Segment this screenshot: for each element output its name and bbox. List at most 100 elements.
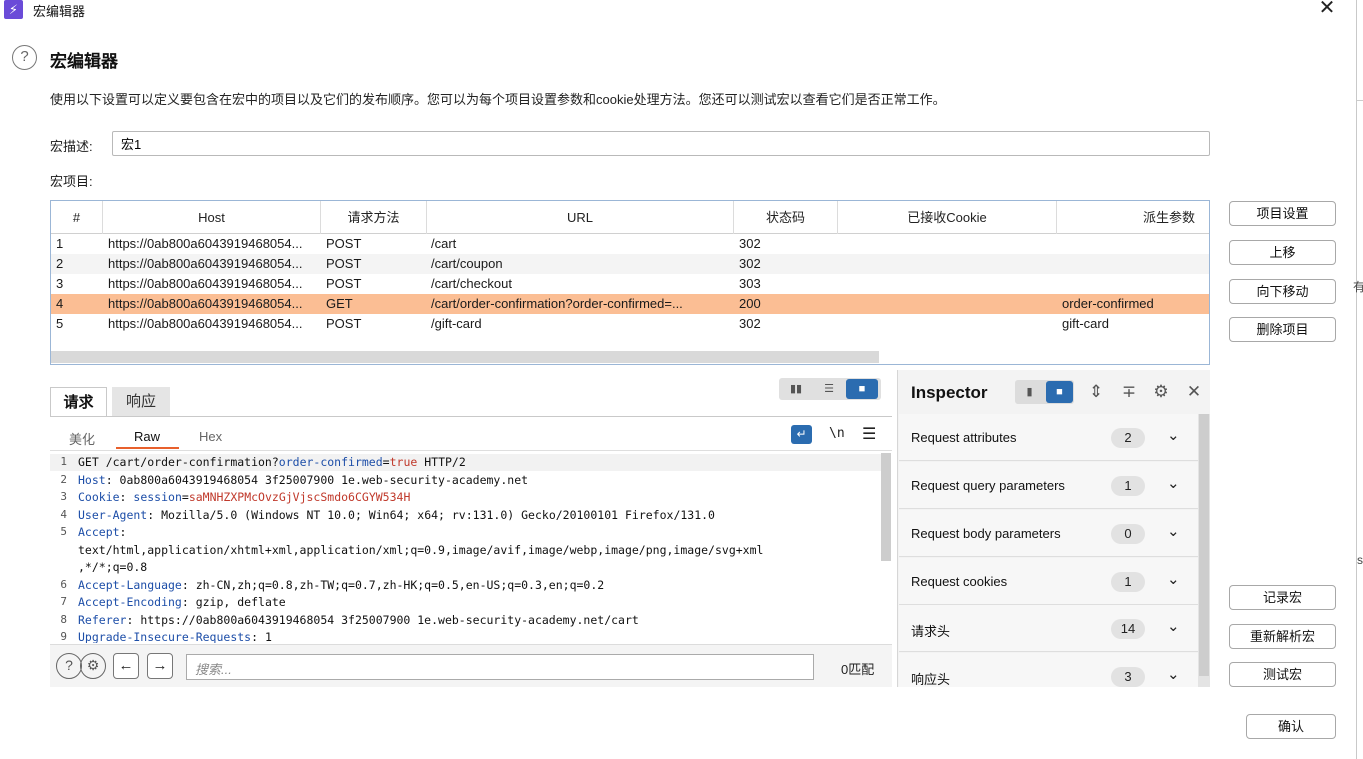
title-bar	[0, 0, 1356, 22]
code-line: Cookie: session=saMNHZXPMcOvzGjVjscSmdo6…	[78, 490, 410, 504]
inspector-layout-right-icon[interactable]: ■	[1046, 381, 1073, 403]
page-description: 使用以下设置可以定义要包含在宏中的项目以及它们的发布顺序。您可以为每个项目设置参…	[50, 92, 946, 107]
inspector-section-response-headers[interactable]: 响应头 3 ⌄	[899, 653, 1198, 687]
cell-cookie	[843, 314, 1055, 334]
line-number: 6	[60, 577, 67, 591]
section-label: 请求头	[911, 624, 951, 639]
header-name: Referer	[78, 612, 127, 627]
tab-request[interactable]: 请求	[50, 387, 107, 417]
cell-method: POST	[326, 256, 362, 271]
column-header-url[interactable]: URL	[427, 201, 734, 234]
search-bar: ? ⚙ ← → 搜索... 0匹配	[50, 644, 892, 687]
chevron-down-icon[interactable]: ⌄	[1167, 426, 1180, 444]
cell-cookie	[843, 274, 1055, 294]
table-row[interactable]: 5 https://0ab800a6043919468054... POST /…	[51, 314, 1209, 334]
section-count-badge: 0	[1111, 524, 1145, 544]
cell-status: 302	[739, 236, 761, 251]
item-settings-button[interactable]: 项目设置	[1229, 201, 1336, 226]
cell-status: 303	[739, 276, 761, 291]
reparse-macro-button[interactable]: 重新解析宏	[1229, 624, 1336, 649]
close-icon[interactable]: ✕	[1183, 381, 1205, 403]
line-number: 3	[60, 490, 67, 503]
layout-side-by-side-icon[interactable]: ▮▮	[780, 379, 812, 399]
chevron-down-icon[interactable]: ⌄	[1167, 474, 1180, 492]
cell-method: POST	[326, 276, 362, 291]
column-header-method[interactable]: 请求方法	[321, 201, 427, 234]
window-edge	[1356, 0, 1357, 759]
cell-method: GET	[326, 296, 353, 311]
menu-icon[interactable]: ☰	[862, 424, 876, 444]
code-text: HTTP/2	[417, 455, 466, 469]
move-down-button[interactable]: 向下移动	[1229, 279, 1336, 304]
help-icon[interactable]: ?	[56, 653, 82, 679]
header-value: true	[389, 455, 418, 469]
chevron-down-icon[interactable]: ⌄	[1167, 522, 1180, 540]
inspector-section-query-parameters[interactable]: Request query parameters 1 ⌄	[899, 462, 1198, 509]
inspector-layout-left-icon[interactable]: ▮	[1016, 381, 1043, 403]
tab-response[interactable]: 响应	[112, 387, 170, 417]
inspector-scrollbar-thumb[interactable]	[1199, 414, 1209, 676]
code-line: text/html,application/xhtml+xml,applicat…	[78, 543, 763, 557]
line-number: 7	[60, 595, 67, 608]
word-wrap-icon[interactable]: ↵	[791, 425, 812, 444]
ok-button[interactable]: 确认	[1246, 714, 1336, 739]
cell-status: 200	[739, 296, 761, 311]
chevron-down-icon[interactable]: ⌄	[1167, 665, 1180, 683]
table-horizontal-scrollbar[interactable]	[51, 351, 879, 363]
code-text: : Mozilla/5.0 (Windows NT 10.0; Win64; x…	[147, 507, 715, 522]
record-macro-button[interactable]: 记录宏	[1229, 585, 1336, 610]
cell-derived-param: gift-card	[1062, 316, 1109, 331]
cell-host: https://0ab800a6043919468054...	[108, 276, 303, 291]
line-number: 1	[60, 455, 67, 468]
help-icon[interactable]: ?	[12, 45, 37, 70]
inspector-section-request-attributes[interactable]: Request attributes 2 ⌄	[899, 414, 1198, 461]
header-name: order-confirmed	[278, 455, 383, 469]
table-row-selected[interactable]: 4 https://0ab800a6043919468054... GET /c…	[51, 294, 1209, 314]
request-editor[interactable]: 1 GET /cart/order-confirmation?order-conf…	[50, 453, 892, 643]
next-arrow-icon[interactable]: →	[147, 653, 173, 679]
line-number: 8	[60, 612, 67, 626]
column-header-host[interactable]: Host	[103, 201, 321, 234]
inspector-section-cookies[interactable]: Request cookies 1 ⌄	[899, 558, 1198, 605]
column-header-derived-params[interactable]: 派生参数	[1057, 201, 1209, 234]
delete-item-button[interactable]: 删除项目	[1229, 317, 1336, 342]
layout-single-icon[interactable]: ■	[846, 379, 878, 399]
inspector-section-body-parameters[interactable]: Request body parameters 0 ⌄	[899, 510, 1198, 557]
column-header-status[interactable]: 状态码	[734, 201, 838, 234]
table-row[interactable]: 2 https://0ab800a6043919468054... POST /…	[51, 254, 1209, 274]
gear-icon[interactable]: ⚙	[80, 653, 106, 679]
collapse-all-icon[interactable]: ∓	[1118, 381, 1140, 403]
code-text: : 1	[251, 630, 272, 643]
match-count: 0匹配	[841, 662, 875, 677]
cell-derived-param	[1062, 254, 1207, 274]
editor-vertical-scrollbar[interactable]	[881, 453, 891, 561]
column-header-number[interactable]: #	[51, 201, 103, 234]
cell-number: 2	[56, 256, 64, 271]
code-line: GET /cart/order-confirmation?order-confi…	[78, 455, 466, 469]
column-header-cookie[interactable]: 已接收Cookie	[838, 201, 1057, 234]
search-input[interactable]: 搜索...	[186, 654, 814, 680]
chevron-down-icon[interactable]: ⌄	[1167, 617, 1180, 635]
cell-url: /cart/coupon	[431, 256, 503, 271]
expand-all-icon[interactable]: ⇕	[1085, 381, 1107, 403]
previous-arrow-icon[interactable]: ←	[113, 653, 139, 679]
chevron-down-icon[interactable]: ⌄	[1167, 570, 1180, 588]
header-value: saMNHZXPMcOvzGjVjscSmdo6CGYW534H	[188, 490, 411, 504]
table-row[interactable]: 3 https://0ab800a6043919468054... POST /…	[51, 274, 1209, 294]
inspector-sections: Request attributes 2 ⌄ Request query par…	[899, 414, 1198, 687]
layout-stacked-icon[interactable]: ☰	[813, 379, 845, 399]
macro-description-input[interactable]	[112, 131, 1210, 156]
inspector-section-request-headers[interactable]: 请求头 14 ⌄	[899, 605, 1198, 652]
test-macro-button[interactable]: 测试宏	[1229, 662, 1336, 687]
show-newlines-toggle[interactable]: \n	[829, 426, 845, 441]
gear-icon[interactable]: ⚙	[1150, 381, 1172, 403]
subtab-hex[interactable]: Hex	[199, 429, 222, 444]
code-text: GET /cart/order-confirmation?	[78, 455, 279, 469]
move-up-button[interactable]: 上移	[1229, 240, 1336, 265]
cell-url: /cart/order-confirmation?order-confirmed…	[431, 296, 683, 311]
table-row[interactable]: 1 https://0ab800a6043919468054... POST /…	[51, 234, 1209, 254]
code-line: Accept:	[78, 525, 126, 539]
subtab-pretty[interactable]: 美化	[69, 429, 95, 448]
subtab-raw[interactable]: Raw	[134, 429, 160, 444]
close-icon[interactable]: ✕	[1316, 0, 1338, 19]
